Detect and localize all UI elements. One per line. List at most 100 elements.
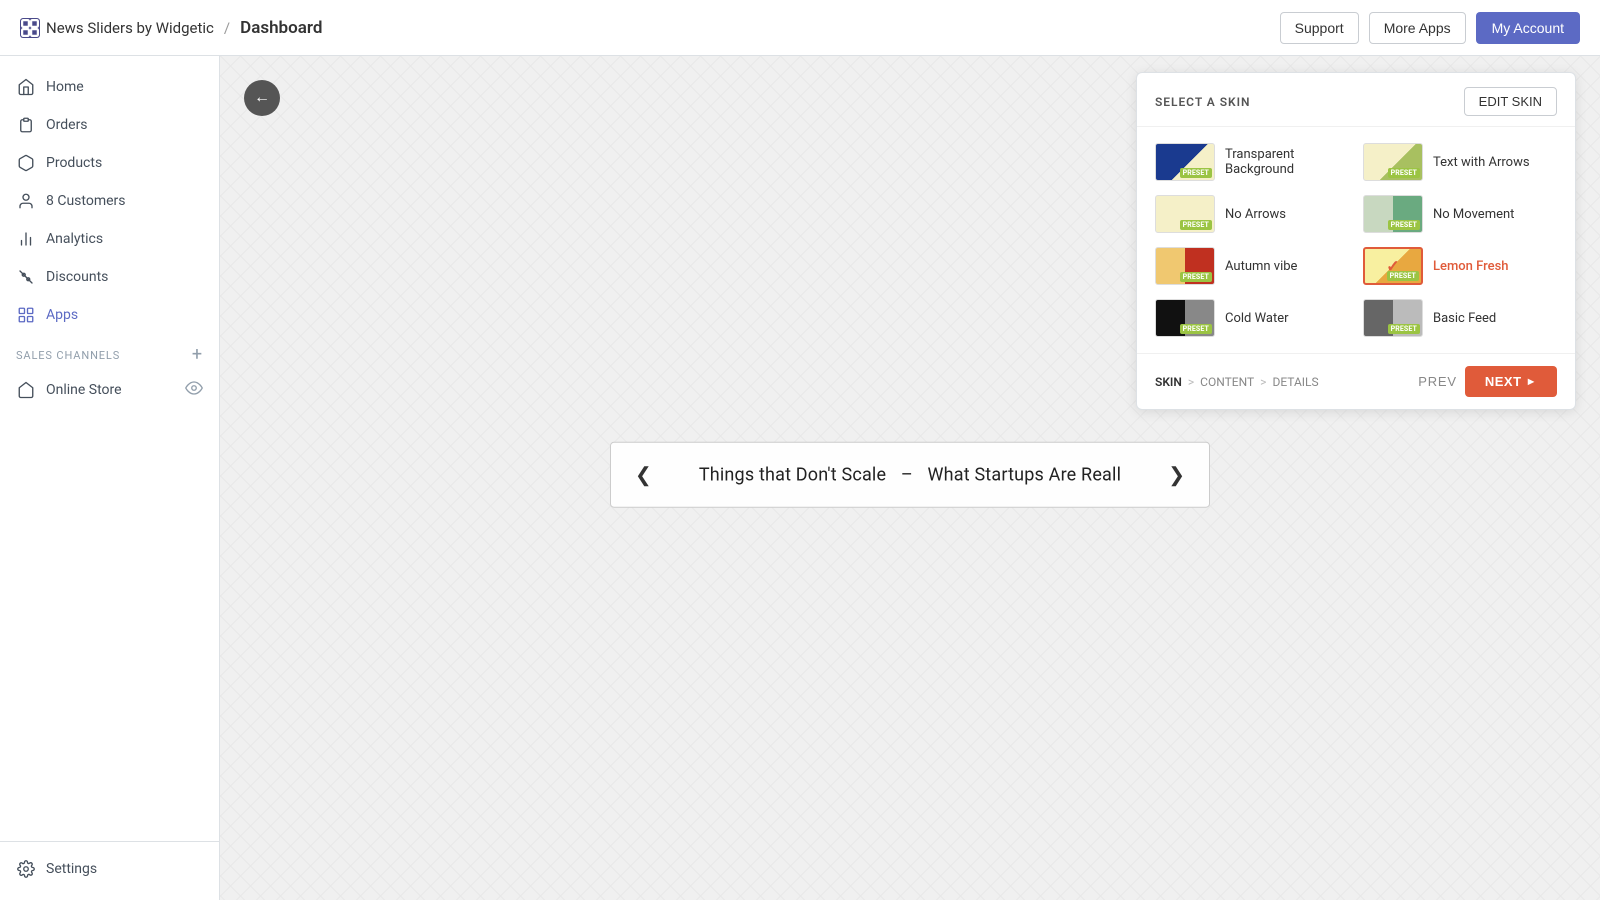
skin-panel: SELECT A SKIN EDIT SKIN PRESET Transpare… [1136, 72, 1576, 410]
skin-item-transparent[interactable]: PRESET Transparent Background [1155, 143, 1349, 181]
sidebar-item-home[interactable]: Home [0, 68, 219, 106]
sidebar-item-settings[interactable]: Settings [0, 850, 219, 888]
slide-text-2: What Startups Are Reall [928, 464, 1122, 485]
skin-item-lemon[interactable]: PRESET ✓ Lemon Fresh [1363, 247, 1557, 285]
sidebar-orders-label: Orders [46, 117, 88, 133]
sidebar: Home Orders Products 8 Customers [0, 56, 220, 900]
preset-badge: PRESET [1180, 324, 1212, 334]
skin-name-autumn: Autumn vibe [1225, 259, 1297, 274]
skin-thumb-no-movement: PRESET [1363, 195, 1423, 233]
sidebar-item-products[interactable]: Products [0, 144, 219, 182]
sep1: > [1188, 375, 1194, 389]
skin-item-basic[interactable]: PRESET Basic Feed [1363, 299, 1557, 337]
step-content: CONTENT [1200, 375, 1254, 389]
skin-name-basic: Basic Feed [1433, 311, 1496, 326]
sidebar-analytics-label: Analytics [46, 231, 103, 247]
skin-thumb-transparent: PRESET [1155, 143, 1215, 181]
preset-badge: PRESET [1388, 220, 1420, 230]
preset-badge: PRESET [1180, 168, 1212, 178]
skin-name-transparent: Transparent Background [1225, 147, 1349, 177]
main-content: ← ❮ Things that Don't Scale – What Start… [220, 56, 1600, 900]
skin-name-text-arrows: Text with Arrows [1433, 155, 1530, 170]
topbar: News Sliders by Widgetic / Dashboard Sup… [0, 0, 1600, 56]
next-label: NEXT [1485, 374, 1522, 389]
sales-channels-section: SALES CHANNELS + [0, 334, 219, 370]
topbar-left: News Sliders by Widgetic / Dashboard [20, 18, 322, 38]
customers-icon [16, 191, 36, 211]
add-sales-channel-icon[interactable]: + [192, 346, 203, 364]
next-button[interactable]: NEXT ► [1465, 366, 1557, 397]
apps-icon [16, 305, 36, 325]
skin-item-cold[interactable]: PRESET Cold Water [1155, 299, 1349, 337]
skin-thumb-lemon: PRESET ✓ [1363, 247, 1423, 285]
home-icon [16, 77, 36, 97]
orders-icon [16, 115, 36, 135]
sidebar-customers-label: 8 Customers [46, 193, 126, 209]
more-apps-button[interactable]: More Apps [1369, 12, 1466, 44]
skin-panel-title: SELECT A SKIN [1155, 95, 1250, 109]
step-details: DETAILS [1272, 375, 1318, 389]
skin-thumb-basic: PRESET [1363, 299, 1423, 337]
app-title: News Sliders by Widgetic / Dashboard [20, 18, 322, 38]
online-store-label: Online Store [46, 382, 122, 398]
sidebar-item-orders[interactable]: Orders [0, 106, 219, 144]
sep2: > [1260, 375, 1266, 389]
settings-icon [16, 859, 36, 879]
account-button[interactable]: My Account [1476, 12, 1580, 44]
skin-thumb-autumn: PRESET [1155, 247, 1215, 285]
skin-thumb-text-arrows: PRESET [1363, 143, 1423, 181]
slide-text-1: Things that Don't Scale [699, 464, 886, 485]
sidebar-apps-label: Apps [46, 307, 78, 323]
sidebar-item-apps[interactable]: Apps [0, 296, 219, 334]
breadcrumb-separator: / [224, 19, 230, 37]
support-button[interactable]: Support [1280, 12, 1359, 44]
preset-badge: PRESET [1180, 272, 1212, 282]
skin-thumb-no-arrows: PRESET [1155, 195, 1215, 233]
slider-next-arrow[interactable]: ❯ [1168, 463, 1185, 487]
sidebar-home-label: Home [46, 79, 84, 95]
skin-name-cold: Cold Water [1225, 311, 1289, 326]
settings-label: Settings [46, 861, 97, 877]
edit-skin-button[interactable]: EDIT SKIN [1464, 87, 1557, 116]
products-icon [16, 153, 36, 173]
sales-channels-label: SALES CHANNELS [16, 349, 120, 362]
layout: Home Orders Products 8 Customers [0, 56, 1600, 900]
skin-thumb-cold: PRESET [1155, 299, 1215, 337]
skin-grid: PRESET Transparent Background PRESET Tex… [1137, 127, 1575, 353]
page-title: Dashboard [240, 18, 322, 38]
wizard-footer-buttons: PREV NEXT ► [1418, 366, 1557, 397]
discounts-icon [16, 267, 36, 287]
sidebar-item-discounts[interactable]: Discounts [0, 258, 219, 296]
preset-badge: PRESET [1388, 324, 1420, 334]
wizard-breadcrumb: SKIN > CONTENT > DETAILS [1155, 375, 1319, 389]
slide-content: Things that Don't Scale – What Startups … [699, 464, 1121, 485]
next-arrow-icon: ► [1526, 376, 1537, 388]
skin-panel-footer: SKIN > CONTENT > DETAILS PREV NEXT ► [1137, 353, 1575, 409]
skin-item-text-arrows[interactable]: PRESET Text with Arrows [1363, 143, 1557, 181]
lemon-selected-check: ✓ [1386, 257, 1399, 276]
skin-item-no-arrows[interactable]: PRESET No Arrows [1155, 195, 1349, 233]
skin-item-autumn[interactable]: PRESET Autumn vibe [1155, 247, 1349, 285]
sidebar-products-label: Products [46, 155, 102, 171]
skin-panel-header: SELECT A SKIN EDIT SKIN [1137, 73, 1575, 127]
app-name-label: News Sliders by Widgetic [46, 19, 214, 37]
analytics-icon [16, 229, 36, 249]
sidebar-item-online-store[interactable]: Online Store [0, 370, 219, 410]
skin-item-no-movement[interactable]: PRESET No Movement [1363, 195, 1557, 233]
skin-name-no-movement: No Movement [1433, 207, 1514, 222]
slide-dash: – [901, 464, 913, 485]
eye-icon [185, 379, 203, 401]
preset-badge: PRESET [1388, 168, 1420, 178]
slider-prev-arrow[interactable]: ❮ [635, 463, 652, 487]
app-icon [20, 18, 40, 38]
prev-button[interactable]: PREV [1418, 374, 1457, 389]
online-store-icon [16, 380, 36, 400]
sidebar-discounts-label: Discounts [46, 269, 108, 285]
sidebar-item-analytics[interactable]: Analytics [0, 220, 219, 258]
sidebar-item-customers[interactable]: 8 Customers [0, 182, 219, 220]
topbar-right: Support More Apps My Account [1280, 12, 1580, 44]
slider-preview: ❮ Things that Don't Scale – What Startup… [610, 442, 1210, 508]
back-button[interactable]: ← [244, 80, 280, 116]
skin-name-no-arrows: No Arrows [1225, 207, 1286, 222]
preset-badge: PRESET [1180, 220, 1212, 230]
